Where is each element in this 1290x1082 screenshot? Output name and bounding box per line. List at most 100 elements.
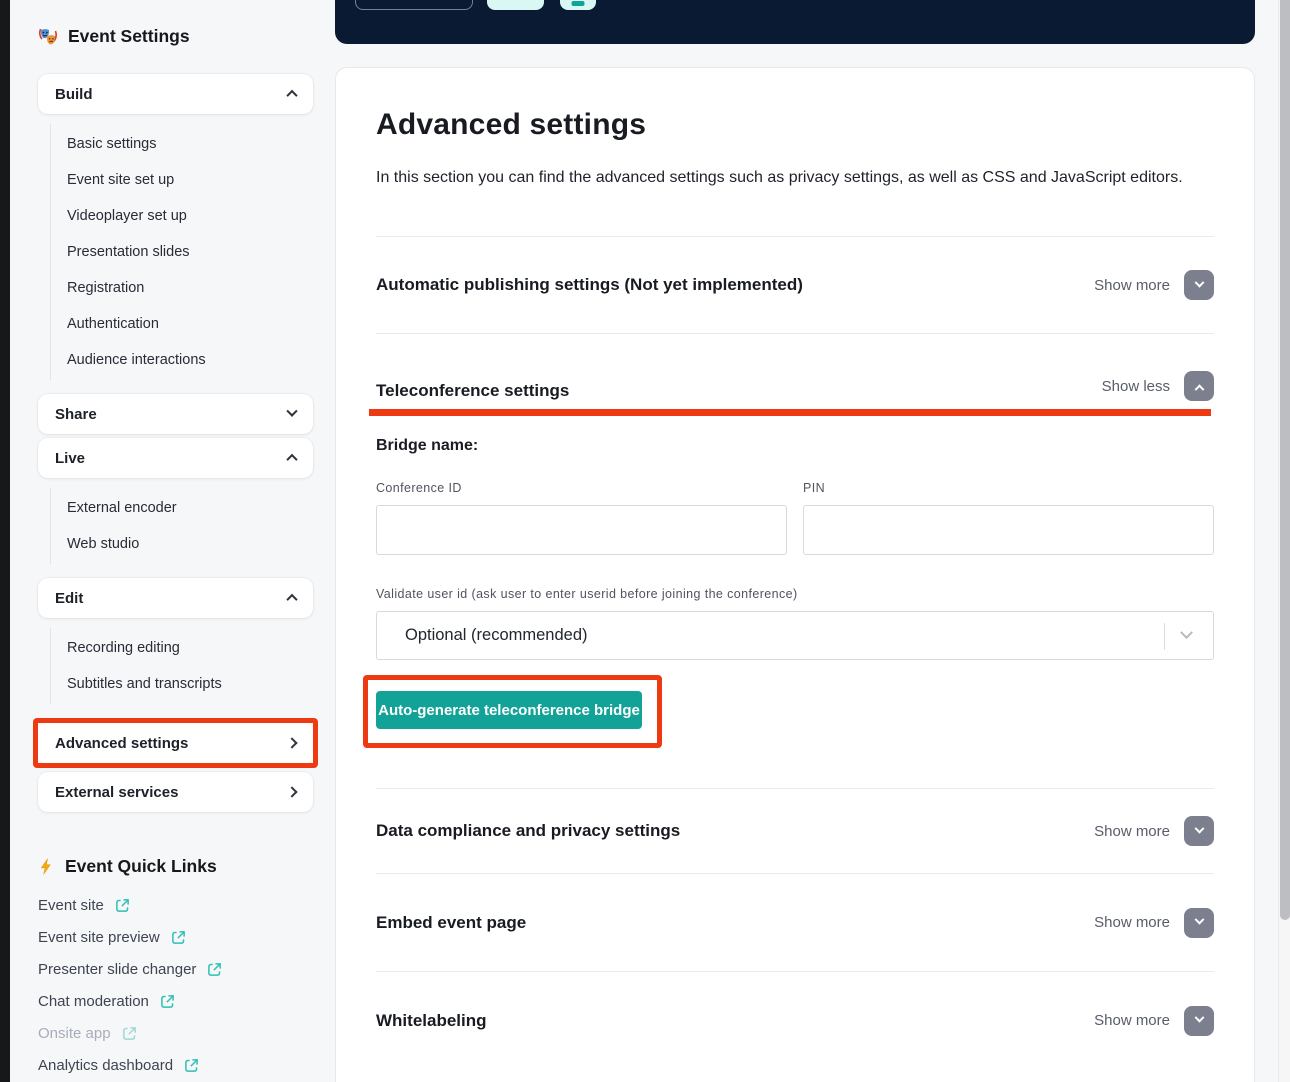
main-column: Advanced settings In this section you ca… xyxy=(335,0,1255,1082)
annotation-underline xyxy=(369,409,1211,416)
section-label: Live xyxy=(55,450,85,467)
quick-link-presenter-slide-changer[interactable]: Presenter slide changer xyxy=(38,953,335,985)
advanced-settings-panel: Advanced settings In this section you ca… xyxy=(335,67,1255,1082)
section-controls: Show more xyxy=(1094,908,1214,938)
top-toolbar xyxy=(335,0,1255,44)
section-label: Build xyxy=(55,86,93,103)
quick-link-chat-moderation[interactable]: Chat moderation xyxy=(38,985,335,1017)
pin-label: PIN xyxy=(803,481,1214,495)
page-scrollbar-track[interactable] xyxy=(1278,0,1290,1082)
toolbar-outline-button[interactable] xyxy=(355,0,473,10)
sidebar-section-advanced-settings[interactable]: Advanced settings xyxy=(38,723,313,763)
quick-link-analytics-dashboard[interactable]: Analytics dashboard xyxy=(38,1049,335,1081)
quick-links-title-text: Event Quick Links xyxy=(65,856,217,877)
select-separator xyxy=(1164,623,1165,650)
validate-userid-select[interactable]: Optional (recommended) xyxy=(376,611,1214,660)
sidebar-item-authentication[interactable]: Authentication xyxy=(51,306,335,342)
bridge-fields: Conference ID PIN xyxy=(376,481,1214,555)
section-controls: Show more xyxy=(1094,816,1214,846)
sidebar-item-presentation-slides[interactable]: Presentation slides xyxy=(51,234,335,270)
quick-link-event-site[interactable]: Event site xyxy=(38,889,335,921)
quick-link-onsite-app[interactable]: Onsite app xyxy=(38,1017,335,1049)
sidebar-item-registration[interactable]: Registration xyxy=(51,270,335,306)
masks-icon xyxy=(38,27,58,47)
expand-section-button[interactable] xyxy=(1184,816,1214,846)
section-title: Embed event page xyxy=(376,913,526,933)
show-more-label[interactable]: Show more xyxy=(1094,1012,1170,1029)
live-subitems: External encoder Web studio xyxy=(50,488,335,564)
chevron-right-icon xyxy=(286,786,297,797)
show-more-label[interactable]: Show more xyxy=(1094,914,1170,931)
chevron-right-icon xyxy=(286,737,297,748)
sidebar: Event Settings Build Basic settings Even… xyxy=(10,0,335,1082)
section-controls: Show more xyxy=(1094,1006,1214,1036)
section-row-data-compliance: Data compliance and privacy settings Sho… xyxy=(376,789,1214,873)
toolbar-icon-button[interactable] xyxy=(560,0,596,10)
expand-section-button[interactable] xyxy=(1184,270,1214,300)
page-scrollbar-thumb[interactable] xyxy=(1280,0,1290,920)
edit-subitems: Recording editing Subtitles and transcri… xyxy=(50,628,335,704)
sidebar-item-recording-editing[interactable]: Recording editing xyxy=(51,630,335,666)
conference-id-field-group: Conference ID xyxy=(376,481,787,555)
external-link-icon xyxy=(122,1026,137,1041)
section-title: Automatic publishing settings (Not yet i… xyxy=(376,275,803,295)
pin-input[interactable] xyxy=(803,505,1214,555)
sidebar-section-edit[interactable]: Edit xyxy=(38,578,313,618)
sidebar-section-live[interactable]: Live xyxy=(38,438,313,478)
quick-links-title: Event Quick Links xyxy=(38,856,335,877)
chevron-down-icon xyxy=(1194,823,1204,833)
chevron-down-icon xyxy=(1180,626,1193,639)
section-title: Data compliance and privacy settings xyxy=(376,821,680,841)
chevron-down-icon xyxy=(286,406,297,417)
sidebar-section-build[interactable]: Build xyxy=(38,74,313,114)
annotation-box-advanced-settings: Advanced settings xyxy=(33,718,318,768)
quick-link-label: Event site preview xyxy=(38,929,160,946)
external-link-icon xyxy=(115,898,130,913)
chevron-up-icon xyxy=(286,454,297,465)
section-row-automatic-publishing: Automatic publishing settings (Not yet i… xyxy=(376,237,1214,333)
toolbar-button-icon xyxy=(572,1,585,6)
chevron-down-icon xyxy=(1194,915,1204,925)
sidebar-section-external-services[interactable]: External services xyxy=(38,772,313,812)
conference-id-input[interactable] xyxy=(376,505,787,555)
section-title: Teleconference settings xyxy=(376,381,569,401)
section-title: Whitelabeling xyxy=(376,1011,487,1031)
section-label: Edit xyxy=(55,590,83,607)
sidebar-item-external-encoder[interactable]: External encoder xyxy=(51,490,335,526)
sidebar-section-share[interactable]: Share xyxy=(38,394,313,434)
quick-link-event-site-preview[interactable]: Event site preview xyxy=(38,921,335,953)
auto-generate-bridge-button[interactable]: Auto-generate teleconference bridge xyxy=(376,691,642,729)
section-row-whitelabeling: Whitelabeling Show more xyxy=(376,972,1214,1069)
sidebar-title: Event Settings xyxy=(38,26,335,47)
section-controls: Show less xyxy=(1102,371,1214,401)
external-link-icon xyxy=(184,1058,199,1073)
section-row-teleconference: Teleconference settings Show less xyxy=(376,334,1214,409)
annotation-box-generate-button: Auto-generate teleconference bridge xyxy=(363,675,662,748)
bridge-name-label: Bridge name: xyxy=(376,437,1214,455)
quick-links-list: Event site Event site preview Presenter … xyxy=(38,889,335,1082)
external-link-icon xyxy=(207,962,222,977)
show-less-label[interactable]: Show less xyxy=(1102,378,1170,395)
collapse-section-button[interactable] xyxy=(1184,371,1214,401)
quick-link-label: Chat moderation xyxy=(38,993,149,1010)
select-value: Optional (recommended) xyxy=(405,626,588,645)
expand-section-button[interactable] xyxy=(1184,908,1214,938)
sidebar-item-subtitles-and-transcripts[interactable]: Subtitles and transcripts xyxy=(51,666,335,702)
section-label: Share xyxy=(55,406,97,423)
lightning-icon xyxy=(38,857,55,876)
sidebar-item-basic-settings[interactable]: Basic settings xyxy=(51,126,335,162)
conference-id-label: Conference ID xyxy=(376,481,787,495)
quick-link-label: Presenter slide changer xyxy=(38,961,196,978)
chevron-down-icon xyxy=(1194,1013,1204,1023)
sidebar-item-web-studio[interactable]: Web studio xyxy=(51,526,335,562)
toolbar-primary-button[interactable] xyxy=(487,0,544,10)
expand-section-button[interactable] xyxy=(1184,1006,1214,1036)
external-link-icon xyxy=(160,994,175,1009)
show-more-label[interactable]: Show more xyxy=(1094,823,1170,840)
sidebar-item-audience-interactions[interactable]: Audience interactions xyxy=(51,342,335,378)
chevron-up-icon xyxy=(286,594,297,605)
chevron-up-icon xyxy=(286,90,297,101)
sidebar-item-event-site-set-up[interactable]: Event site set up xyxy=(51,162,335,198)
show-more-label[interactable]: Show more xyxy=(1094,277,1170,294)
sidebar-item-videoplayer-set-up[interactable]: Videoplayer set up xyxy=(51,198,335,234)
